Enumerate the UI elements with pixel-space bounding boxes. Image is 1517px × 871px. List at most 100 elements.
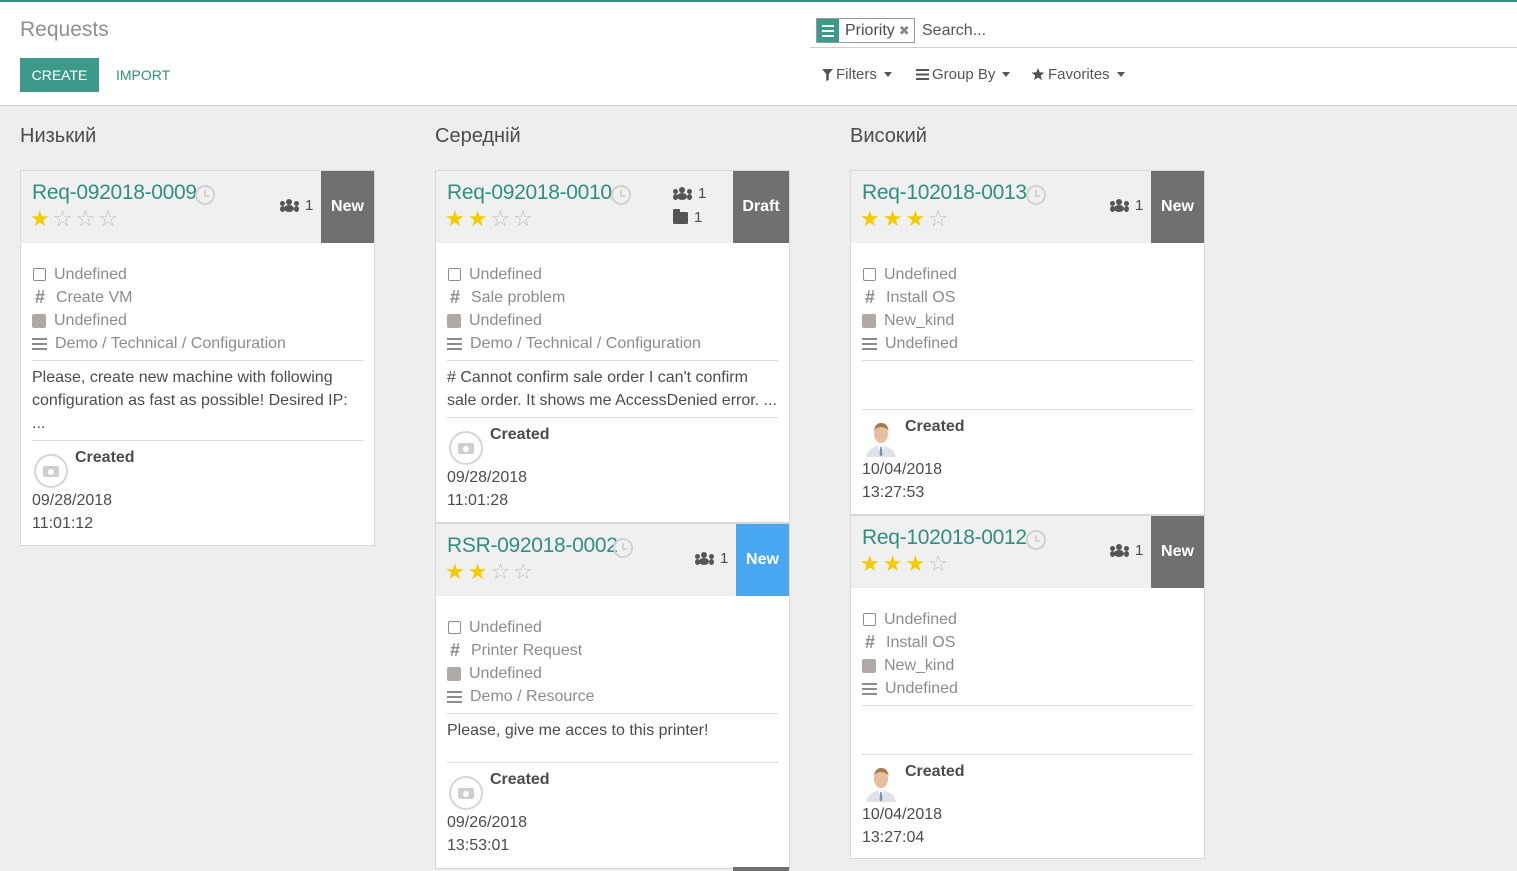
divider xyxy=(447,417,778,418)
star-filled-icon[interactable]: ★ xyxy=(445,559,468,584)
filters-label: Filters xyxy=(836,66,877,83)
stage-badge[interactable]: New xyxy=(736,524,789,596)
users-count-value: 1 xyxy=(1135,197,1144,214)
request-ref-link[interactable]: RSR-092018-0002 xyxy=(447,534,618,558)
priority-stars[interactable]: ★★★☆ xyxy=(860,206,951,232)
created-date: 10/04/2018 xyxy=(862,461,943,478)
users-count-value: 1 xyxy=(720,550,729,567)
star-filled-icon[interactable]: ★ xyxy=(905,206,928,231)
stage-badge[interactable]: New xyxy=(1151,171,1204,243)
field-row: # Install OS xyxy=(862,286,958,309)
column-title-low: Низький xyxy=(20,125,97,147)
bars-icon xyxy=(32,337,47,350)
clock-icon[interactable] xyxy=(1026,530,1046,550)
field-value: Demo / Technical / Configuration xyxy=(55,334,286,352)
field-row: # Install OS xyxy=(862,631,958,654)
star-empty-icon[interactable]: ☆ xyxy=(513,206,536,231)
request-ref-link[interactable]: Req-102018-0013 xyxy=(862,181,1027,205)
stage-badge[interactable]: New xyxy=(1151,516,1204,588)
field-value: Printer Request xyxy=(471,641,583,659)
created-datetime: 09/28/2018 11:01:28 xyxy=(447,466,527,512)
filters-dropdown[interactable]: Filters xyxy=(822,66,892,83)
kanban-card[interactable]: Req-092018-0009 ★☆☆☆ 1 New Undefined # Cr… xyxy=(20,170,375,546)
star-empty-icon[interactable]: ☆ xyxy=(490,559,513,584)
star-filled-icon[interactable]: ★ xyxy=(30,206,53,231)
clock-icon[interactable] xyxy=(613,538,633,558)
request-ref-link[interactable]: Req-092018-0009 xyxy=(32,181,197,205)
search-facet-priority[interactable]: Priority ✖ xyxy=(816,18,915,43)
star-filled-icon[interactable]: ★ xyxy=(905,551,928,576)
next-card-badge-edge xyxy=(733,867,789,871)
tag-square-icon xyxy=(862,313,876,328)
star-filled-icon[interactable]: ★ xyxy=(860,551,883,576)
star-filled-icon[interactable]: ★ xyxy=(860,206,883,231)
kanban-card[interactable]: RSR-092018-0002 ★★☆☆ 1 New Undefined # Pr… xyxy=(435,523,790,869)
star-filled-icon[interactable]: ★ xyxy=(468,206,491,231)
kanban-card[interactable]: Req-102018-0012 ★★★☆ 1 New Undefined # In… xyxy=(850,515,1205,859)
created-date: 09/28/2018 xyxy=(32,492,113,509)
group-by-icon xyxy=(817,19,839,42)
priority-stars[interactable]: ★★☆☆ xyxy=(445,559,536,585)
created-time: 13:53:01 xyxy=(447,837,510,854)
star-filled-icon[interactable]: ★ xyxy=(445,206,468,231)
clock-icon[interactable] xyxy=(1026,185,1046,205)
clock-icon[interactable] xyxy=(195,185,215,205)
kanban-card[interactable]: Req-092018-0010 ★★☆☆ 1 1 Draft Undefined… xyxy=(435,170,790,523)
request-ref-link[interactable]: Req-092018-0010 xyxy=(447,181,612,205)
card-header: Req-092018-0009 ★☆☆☆ 1 New xyxy=(21,171,374,243)
bars-icon xyxy=(447,337,462,350)
field-value: Undefined xyxy=(884,265,957,283)
folders-count: 1 xyxy=(673,208,702,226)
field-row: Demo / Resource xyxy=(447,685,595,708)
field-row: Undefined xyxy=(447,662,595,685)
search-input[interactable] xyxy=(920,19,1480,43)
avatar-placeholder-camera-icon xyxy=(449,776,483,810)
divider xyxy=(862,360,1193,361)
created-time: 13:27:04 xyxy=(862,829,925,846)
checkbox-square-icon xyxy=(863,268,876,281)
facet-remove-icon[interactable]: ✖ xyxy=(899,23,914,39)
create-button[interactable]: CREATE xyxy=(20,58,99,92)
field-row: Undefined xyxy=(32,309,286,332)
created-time: 11:01:12 xyxy=(32,515,94,532)
field-row: Undefined xyxy=(447,263,701,286)
field-row: Demo / Technical / Configuration xyxy=(32,332,286,355)
stage-badge[interactable]: Draft xyxy=(733,171,789,243)
kanban-card[interactable]: Req-102018-0013 ★★★☆ 1 New Undefined # In… xyxy=(850,170,1205,515)
users-count: 1 xyxy=(1110,542,1143,559)
priority-stars[interactable]: ★★★☆ xyxy=(860,551,951,577)
star-empty-icon[interactable]: ☆ xyxy=(928,206,951,231)
star-empty-icon[interactable]: ☆ xyxy=(98,206,121,231)
priority-stars[interactable]: ★☆☆☆ xyxy=(30,206,121,232)
created-time: 13:27:53 xyxy=(862,484,925,501)
priority-stars[interactable]: ★★☆☆ xyxy=(445,206,536,232)
request-ref-link[interactable]: Req-102018-0012 xyxy=(862,526,1027,550)
import-button[interactable]: IMPORT xyxy=(104,58,182,92)
clock-icon[interactable] xyxy=(611,185,631,205)
star-empty-icon[interactable]: ☆ xyxy=(928,551,951,576)
favorites-label: Favorites xyxy=(1048,66,1110,83)
divider xyxy=(862,754,1193,755)
star-filled-icon[interactable]: ★ xyxy=(883,206,906,231)
star-filled-icon[interactable]: ★ xyxy=(883,551,906,576)
users-icon xyxy=(1110,198,1129,213)
groupby-dropdown[interactable]: Group By xyxy=(916,66,1011,83)
star-empty-icon[interactable]: ☆ xyxy=(513,559,536,584)
star-filled-icon[interactable]: ★ xyxy=(468,559,491,584)
users-count-value: 1 xyxy=(1135,542,1144,559)
facet-label: Priority xyxy=(845,21,895,39)
card-fields: Undefined # Sale problem Undefined Demo /… xyxy=(447,263,701,355)
users-icon xyxy=(695,551,714,566)
created-datetime: 10/04/2018 13:27:04 xyxy=(862,803,942,849)
stage-badge[interactable]: New xyxy=(321,171,374,243)
field-value: Undefined xyxy=(469,664,542,682)
bars-icon xyxy=(447,690,462,703)
hash-icon: # xyxy=(449,287,460,307)
star-empty-icon[interactable]: ☆ xyxy=(75,206,98,231)
control-panel: Requests CREATE IMPORT Priority ✖ Filter… xyxy=(0,2,1517,106)
favorites-dropdown[interactable]: Favorites xyxy=(1031,66,1125,83)
field-row: Undefined xyxy=(862,263,958,286)
star-empty-icon[interactable]: ☆ xyxy=(53,206,76,231)
star-empty-icon[interactable]: ☆ xyxy=(490,206,513,231)
field-value: New_kind xyxy=(884,311,955,329)
